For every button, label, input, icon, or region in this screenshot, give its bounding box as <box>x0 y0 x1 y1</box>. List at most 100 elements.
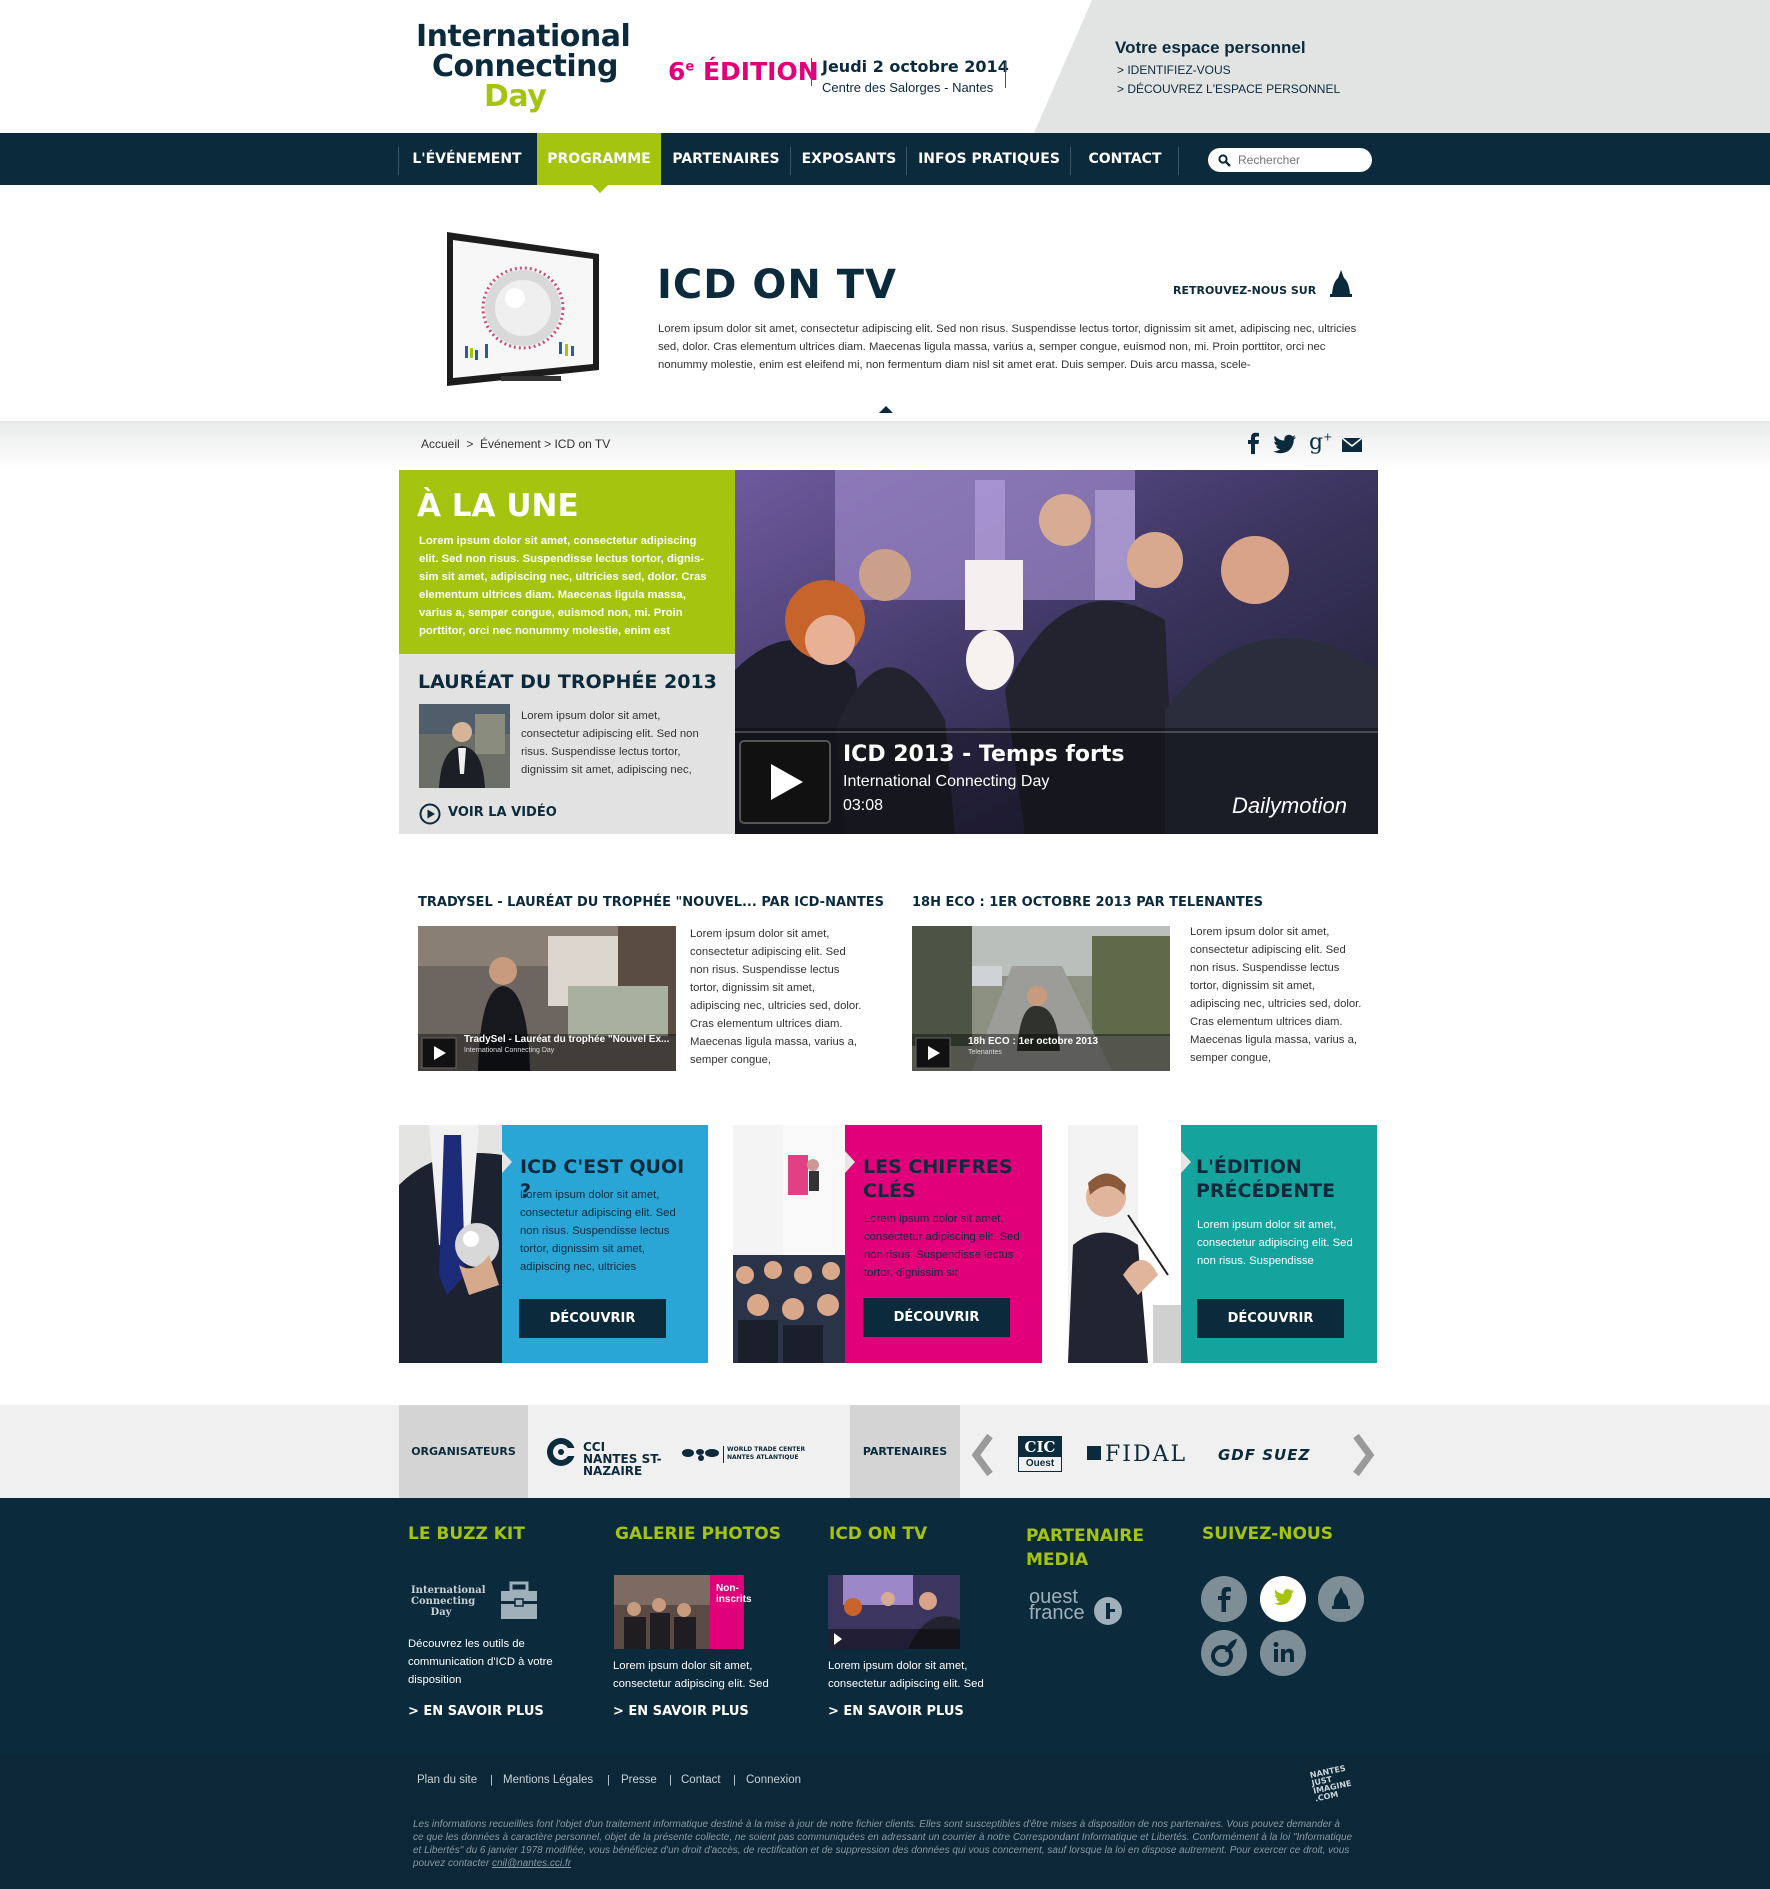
active-nav-indicator <box>592 185 608 193</box>
contact-link[interactable]: Contact <box>681 1774 721 1786</box>
video-1-overlay-title: TradySel - Lauréat du trophée "Nouvel Ex… <box>464 1034 670 1045</box>
media-partner-title: PARTENAIRE MEDIA <box>1026 1526 1145 1570</box>
play-circle-icon[interactable] <box>419 803 441 825</box>
card-text: Lorem ipsum dolor sit amet, consectetur … <box>1197 1219 1353 1267</box>
card-what-is-icd: ICD C'EST QUOI ? Lorem ipsum dolor sit a… <box>399 1125 708 1363</box>
icd-tv-more-link[interactable]: > EN SAVOIR PLUS <box>828 1704 964 1719</box>
buzz-kit-more-link[interactable]: > EN SAVOIR PLUS <box>408 1704 544 1719</box>
laureat-text: Lorem ipsum dolor sit amet, consectetur … <box>521 710 699 776</box>
search-icon <box>1218 154 1231 167</box>
cic-logo[interactable]: CIC Ouest <box>1018 1436 1062 1472</box>
event-place: Centre des Salorges - Nantes <box>822 80 994 95</box>
headline-text: Lorem ipsum dolor sit amet, consectetur … <box>419 535 707 637</box>
discover-button[interactable]: DÉCOUVRIR <box>1197 1299 1344 1338</box>
world-map-icon <box>682 1449 719 1461</box>
breadcrumb-separator: > <box>466 437 474 451</box>
collapse-caret-icon[interactable] <box>879 406 893 413</box>
card-previous-edition: L'ÉDITION PRÉCÉDENTE Lorem ipsum dolor s… <box>1068 1125 1377 1363</box>
footer-viadeo-icon[interactable] <box>1201 1630 1247 1676</box>
search-box[interactable] <box>1208 148 1372 172</box>
edition-word: ÉDITION <box>702 57 819 86</box>
card-notch <box>1181 1151 1191 1173</box>
nav-item-evenement[interactable]: L'ÉVÉNEMENT <box>400 133 534 185</box>
icd-tv-footer-title: ICD ON TV <box>829 1524 928 1544</box>
footer-bell-icon[interactable] <box>1318 1576 1364 1622</box>
icd-tv-thumbnail[interactable] <box>828 1575 960 1649</box>
video-subtitle: International Connecting Day <box>843 773 1050 790</box>
edition-label: 6e ÉDITION <box>668 57 819 86</box>
edition-number: 6 <box>668 57 686 86</box>
footer-linkedin-icon[interactable] <box>1260 1630 1306 1676</box>
watch-video-link[interactable]: VOIR LA VIDÉO <box>448 805 557 820</box>
footer-facebook-icon[interactable] <box>1201 1576 1247 1622</box>
discover-button[interactable]: DÉCOUVRIR <box>863 1298 1010 1337</box>
wtc-line1: WORLD TRADE CENTER <box>727 1446 806 1453</box>
logo-line2[interactable]: Connecting <box>432 52 618 82</box>
login-footer-link[interactable]: Connexion <box>746 1774 801 1786</box>
mail-icon[interactable] <box>1341 437 1363 453</box>
cci-logo[interactable]: CCI NANTES ST-NAZAIRE <box>583 1441 663 1477</box>
page-title: ICD ON TV <box>657 262 898 308</box>
nav-separator <box>906 147 907 175</box>
logo-line3[interactable]: Day <box>484 82 547 112</box>
organisateurs-label: ORGANISATEURS <box>399 1405 528 1498</box>
divider <box>723 1446 724 1463</box>
breadcrumb-home[interactable]: Accueil <box>421 437 460 451</box>
logo-mini-line3: Day <box>430 1607 452 1618</box>
cic-logo-bottom: Ouest <box>1025 1458 1055 1469</box>
nav-item-contact[interactable]: CONTACT <box>1072 133 1178 185</box>
wtc-line2: NANTES ATLANTIQUE <box>727 1454 799 1461</box>
discover-space-link[interactable]: > DÉCOUVREZ L'ESPACE PERSONNEL <box>1117 82 1340 96</box>
search-input[interactable] <box>1238 148 1366 172</box>
gallery-more-link[interactable]: > EN SAVOIR PLUS <box>613 1704 749 1719</box>
bell-icon[interactable] <box>1329 268 1353 298</box>
legal-notice: Les informations recueillies font l'obje… <box>413 1818 1353 1870</box>
icd-logo-mini: International Connecting Day <box>411 1585 486 1618</box>
ouest-france-logo[interactable]: ouest france <box>1029 1587 1087 1623</box>
logo-line1[interactable]: International <box>416 22 631 52</box>
legal-link[interactable]: Mentions Légales <box>503 1774 593 1786</box>
carousel-next-icon[interactable] <box>1350 1433 1376 1477</box>
main-video-player[interactable] <box>735 470 1378 834</box>
login-link[interactable]: > IDENTIFIEZ-VOUS <box>1117 63 1231 77</box>
laureat-thumbnail[interactable] <box>419 704 510 788</box>
edition-suffix: e <box>685 59 695 75</box>
video-2-title[interactable]: 18H ECO : 1ER OCTOBRE 2013 PAR TELENANTE… <box>912 895 1263 910</box>
card-title: L'ÉDITION PRÉCÉDENTE <box>1196 1156 1336 1202</box>
nav-separator <box>790 147 791 175</box>
play-button-icon[interactable] <box>739 740 831 824</box>
ouest-france-mark-icon <box>1094 1597 1122 1625</box>
discover-button[interactable]: DÉCOUVRIR <box>519 1299 666 1338</box>
fidal-logo[interactable]: FIDAL <box>1105 1442 1187 1467</box>
nav-item-partenaires[interactable]: PARTENAIRES <box>661 133 791 185</box>
video-2-text: Lorem ipsum dolor sit amet, consectetur … <box>1190 926 1362 1064</box>
facebook-icon[interactable] <box>1246 432 1260 454</box>
card-notch <box>845 1151 855 1173</box>
gdf-suez-logo[interactable]: GDF SUEZ <box>1218 1446 1310 1464</box>
legal-email-link[interactable]: cnil@nantes.cci.fr <box>492 1858 571 1869</box>
video-1-title[interactable]: TRADYSEL - LAURÉAT DU TROPHÉE "NOUVEL...… <box>418 895 884 910</box>
video-2-overlay-sub: Telenantes <box>968 1049 1002 1056</box>
carousel-prev-icon[interactable] <box>970 1433 996 1477</box>
twitter-icon[interactable] <box>1273 434 1297 454</box>
nav-item-exposants[interactable]: EXPOSANTS <box>792 133 906 185</box>
nav-item-programme[interactable]: PROGRAMME <box>537 133 661 185</box>
dailymotion-logo[interactable]: Dailymotion <box>1232 793 1347 819</box>
breadcrumb-current: ICD on TV <box>554 437 611 451</box>
breadcrumb-section[interactable]: Événement <box>480 437 541 451</box>
gallery-title: GALERIE PHOTOS <box>615 1524 781 1544</box>
card-photo <box>733 1125 845 1363</box>
wtc-logo[interactable]: WORLD TRADE CENTER NANTES ATLANTIQUE <box>727 1446 805 1462</box>
sitemap-link[interactable]: Plan du site <box>417 1774 477 1786</box>
hero-description: Lorem ipsum dolor sit amet, consectetur … <box>658 323 1357 371</box>
video-2-thumbnail[interactable] <box>912 926 1170 1071</box>
breadcrumb: Accueil > Événement > ICD on TV <box>421 437 610 451</box>
footer-twitter-icon[interactable] <box>1260 1576 1306 1622</box>
google-plus-icon[interactable]: g+ <box>1309 430 1332 455</box>
fidal-mark-icon <box>1087 1446 1101 1460</box>
nav-separator <box>1178 147 1179 175</box>
card-key-figures: LES CHIFFRES CLÉS Lorem ipsum dolor sit … <box>733 1125 1042 1363</box>
press-link[interactable]: Presse <box>621 1774 657 1786</box>
nav-item-infos-pratiques[interactable]: INFOS PRATIQUES <box>908 133 1070 185</box>
cci-logo-icon[interactable] <box>546 1437 576 1467</box>
